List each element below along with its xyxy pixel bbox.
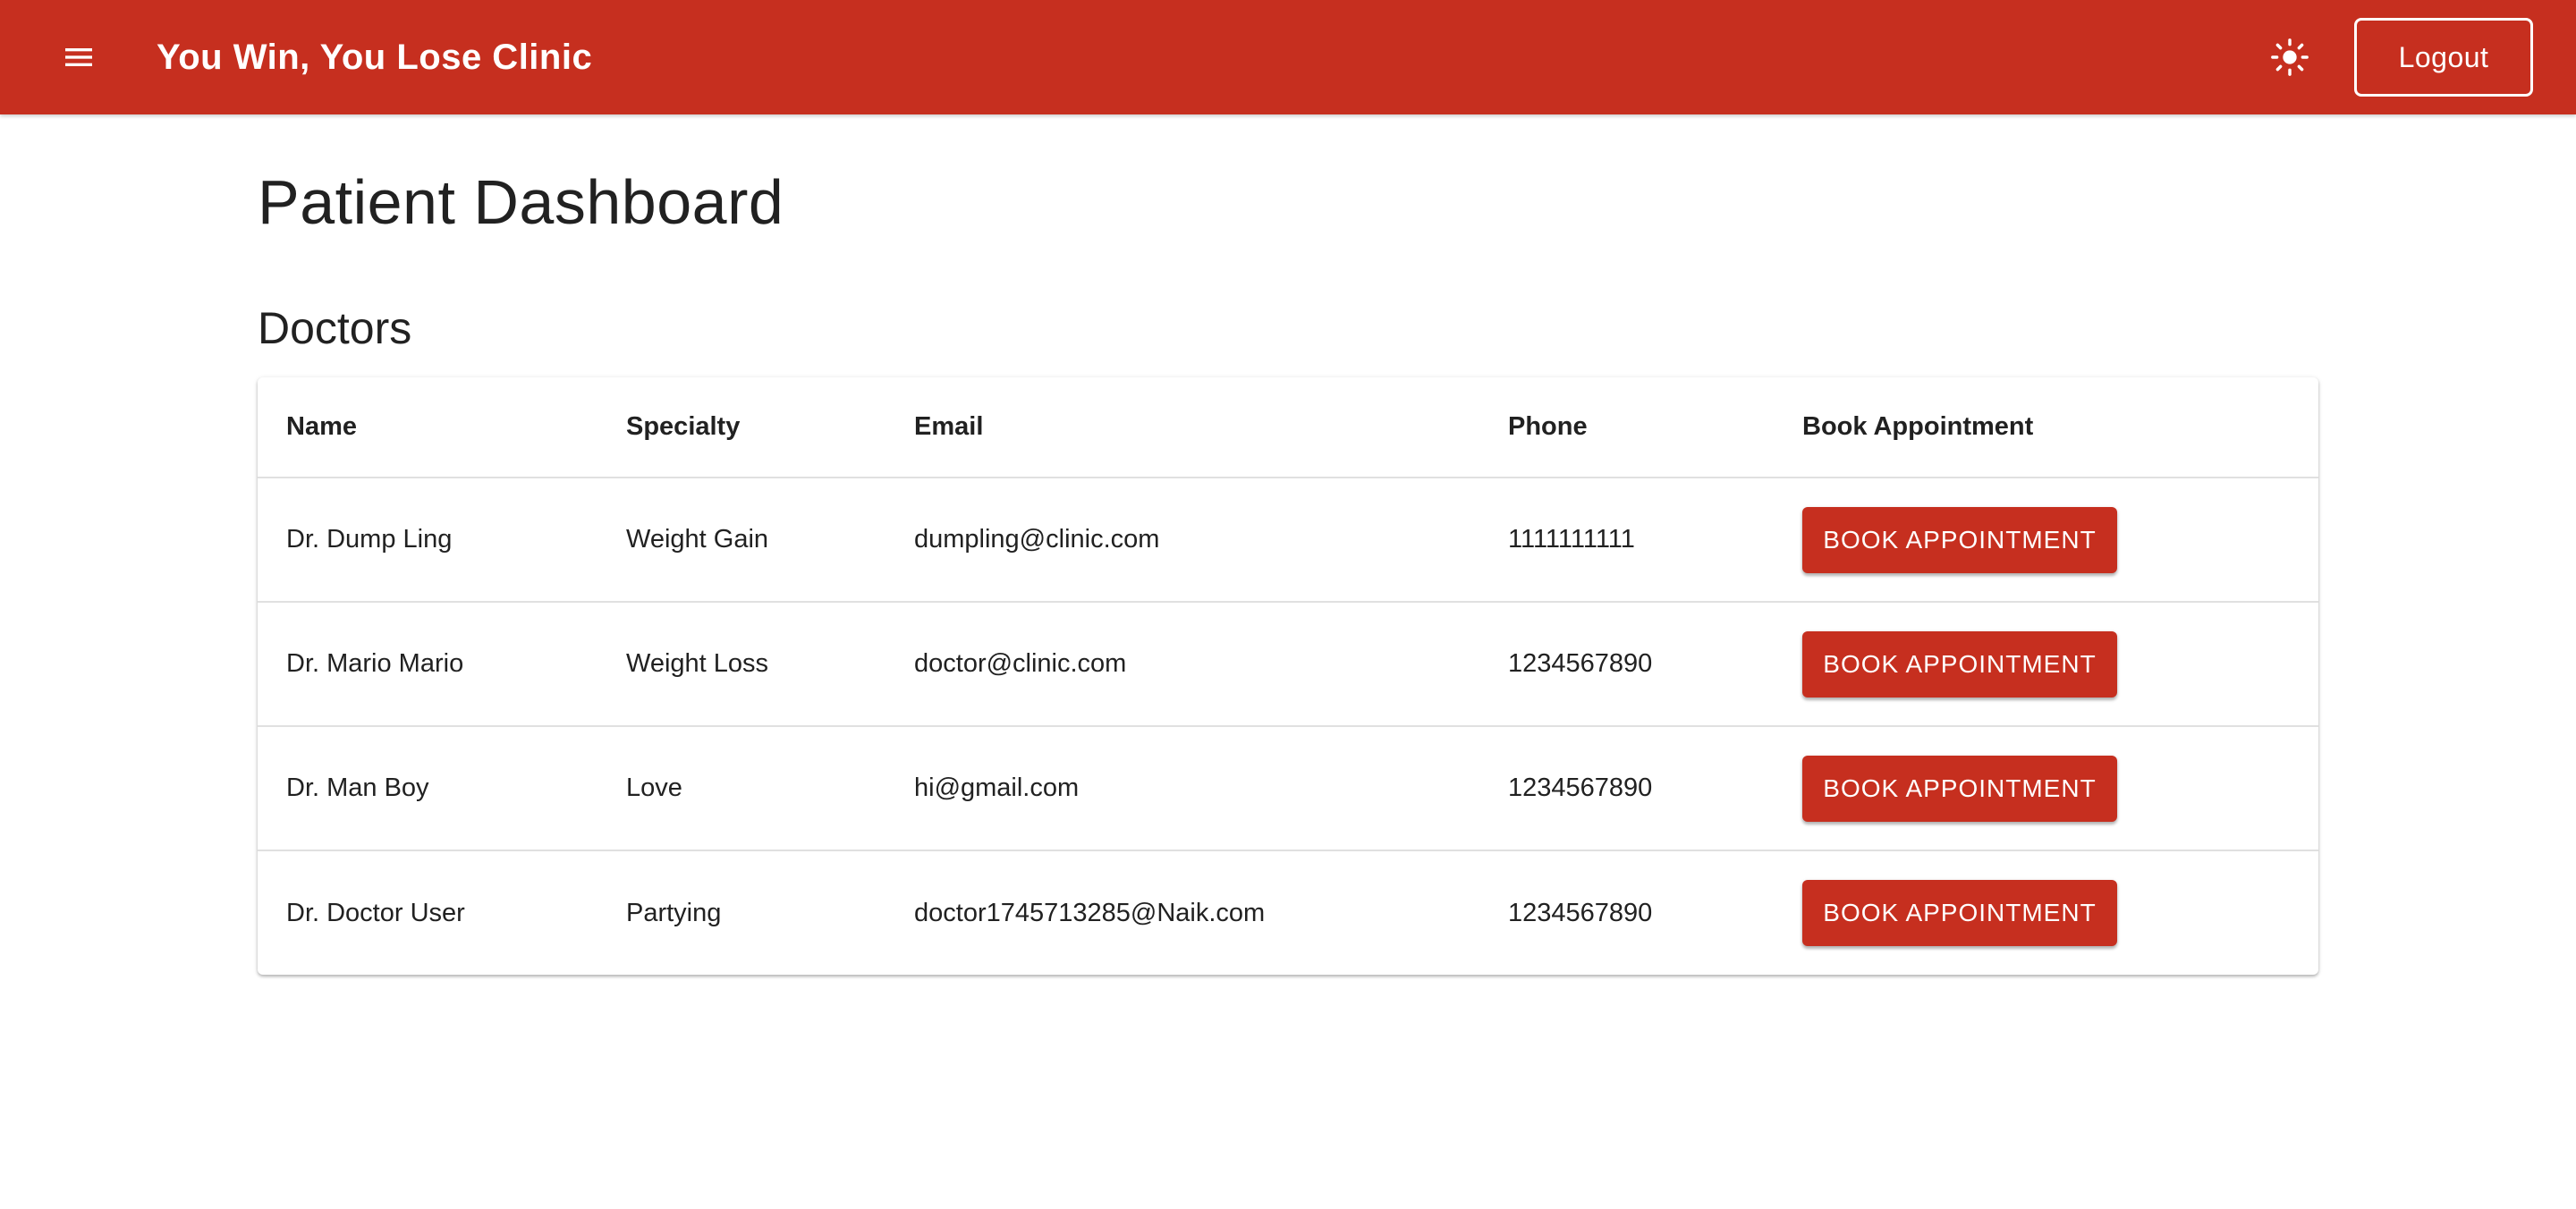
- sun-icon[interactable]: [2254, 21, 2326, 93]
- book-appointment-button[interactable]: BOOK APPOINTMENT: [1802, 755, 2117, 822]
- cell-email: dumpling@clinic.com: [886, 478, 1479, 603]
- cell-phone: 1234567890: [1479, 726, 1774, 851]
- page-title: Patient Dashboard: [258, 167, 784, 237]
- cell-specialty: Love: [597, 726, 886, 851]
- table-row: Dr. Mario Mario Weight Loss doctor@clini…: [258, 602, 2318, 727]
- cell-phone: 1111111111: [1479, 478, 1774, 603]
- cell-email: hi@gmail.com: [886, 726, 1479, 851]
- header-specialty: Specialty: [597, 377, 886, 478]
- hamburger-menu-icon[interactable]: [43, 21, 114, 93]
- cell-email: doctor@clinic.com: [886, 602, 1479, 727]
- cell-phone: 1234567890: [1508, 898, 1653, 927]
- hamburger-menu-icon-graphic: [65, 48, 92, 66]
- app-title: You Win, You Lose Clinic: [157, 38, 593, 77]
- doctors-table: Name Specialty Email Phone Book Appointm…: [258, 377, 2318, 975]
- table-header-row: Name Specialty Email Phone Book Appointm…: [258, 377, 2318, 478]
- cell-specialty: Partying: [626, 898, 722, 927]
- logout-button[interactable]: Logout: [2354, 18, 2533, 97]
- cell-action: BOOK APPOINTMENT: [1774, 850, 2318, 975]
- app-bar: You Win, You Lose Clinic Logout: [0, 0, 2576, 114]
- header-name: Name: [258, 377, 597, 478]
- cell-specialty: Weight Gain: [597, 478, 886, 603]
- header-email: Email: [886, 377, 1479, 478]
- cell-email: doctor1745713285@Naik.com: [914, 898, 1266, 927]
- header-phone: Phone: [1479, 377, 1774, 478]
- header-book-appointment: Book Appointment: [1774, 377, 2318, 478]
- section-title-doctors: Doctors: [258, 303, 412, 353]
- sun-icon-graphic: [2271, 38, 2309, 76]
- cell-specialty: Weight Loss: [597, 602, 886, 727]
- book-appointment-button[interactable]: BOOK APPOINTMENT: [1802, 630, 2117, 698]
- cell-action: BOOK APPOINTMENT: [1774, 478, 2318, 603]
- table-row: Dr. Dump Ling Weight Gain dumpling@clini…: [258, 478, 2318, 603]
- cell-name: Dr. Man Boy: [258, 726, 597, 851]
- cell-name: Dr. Dump Ling: [258, 478, 597, 603]
- table-row: Dr. Man Boy Love hi@gmail.com 1234567890…: [258, 726, 2318, 851]
- cell-name: Dr. Doctor User: [286, 898, 465, 927]
- cell-phone: 1234567890: [1479, 602, 1774, 727]
- book-appointment-button[interactable]: BOOK APPOINTMENT: [1802, 880, 2117, 946]
- cell-action: BOOK APPOINTMENT: [1774, 602, 2318, 727]
- cell-action: BOOK APPOINTMENT: [1774, 726, 2318, 851]
- doctors-table-card: Name Specialty Email Phone Book Appointm…: [258, 377, 2318, 975]
- book-appointment-button[interactable]: BOOK APPOINTMENT: [1802, 506, 2117, 573]
- table-row: Dr. Doctor User Partying doctor174571328…: [258, 850, 2318, 975]
- cell-name: Dr. Mario Mario: [258, 602, 597, 727]
